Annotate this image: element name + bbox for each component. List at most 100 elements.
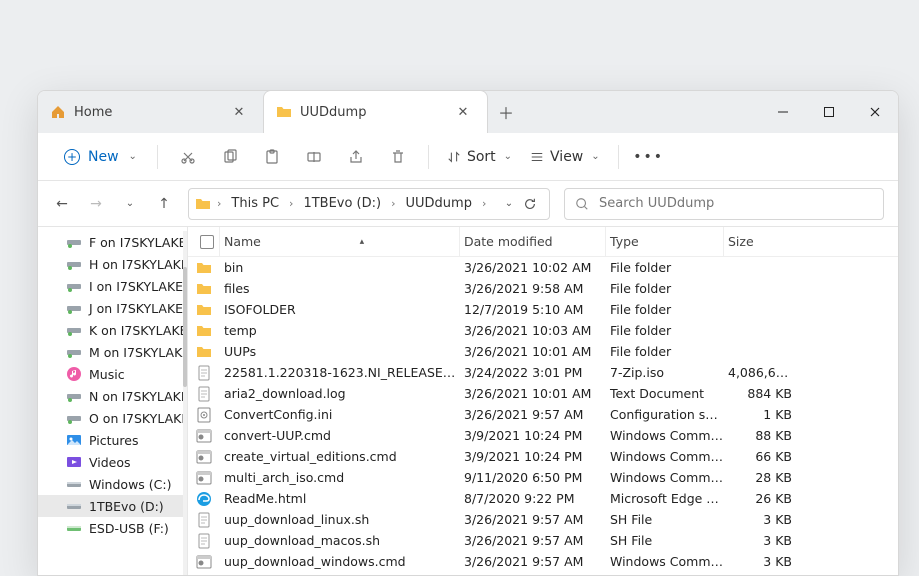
file-row[interactable]: multi_arch_iso.cmd9/11/2020 6:50 PMWindo… — [188, 467, 898, 488]
sidebar-item-label: O on I7SKYLAKE — [89, 411, 187, 426]
sidebar-item[interactable]: M on I7SKYLAKE — [38, 341, 187, 363]
nav-pane[interactable]: F on I7SKYLAKEH on I7SKYLAKEI on I7SKYLA… — [38, 227, 188, 575]
breadcrumb-item[interactable]: 1TBEvo (D:) — [299, 194, 385, 213]
file-row[interactable]: convert-UUP.cmd3/9/2021 10:24 PMWindows … — [188, 425, 898, 446]
sidebar-item[interactable]: Pictures — [38, 429, 187, 451]
new-tab-button[interactable]: ＋ — [488, 91, 524, 133]
file-row[interactable]: bin3/26/2021 10:02 AMFile folder — [188, 257, 898, 278]
chevron-right-icon[interactable]: › — [287, 197, 295, 210]
file-date: 3/26/2021 10:01 AM — [460, 386, 606, 401]
sort-button[interactable]: Sort ⌄ — [441, 149, 518, 165]
file-size: 884 KB — [724, 386, 804, 401]
share-button[interactable] — [338, 141, 374, 173]
scrollbar-thumb[interactable] — [183, 267, 187, 387]
sidebar-item[interactable]: Music — [38, 363, 187, 385]
sidebar-item[interactable]: J on I7SKYLAKE — [38, 297, 187, 319]
chevron-right-icon[interactable]: › — [389, 197, 397, 210]
file-row[interactable]: ISOFOLDER12/7/2019 5:10 AMFile folder — [188, 299, 898, 320]
file-size: 3 KB — [724, 554, 804, 569]
file-row[interactable]: ConvertConfig.ini3/26/2021 9:57 AMConfig… — [188, 404, 898, 425]
file-row[interactable]: uup_download_linux.sh3/26/2021 9:57 AMSH… — [188, 509, 898, 530]
file-row[interactable]: uup_download_windows.cmd3/26/2021 9:57 A… — [188, 551, 898, 572]
breadcrumb-item[interactable]: UUDdump — [402, 194, 476, 213]
paste-button[interactable] — [254, 141, 290, 173]
up-button[interactable]: ↑ — [154, 196, 174, 212]
file-name: temp — [220, 323, 460, 338]
chevron-right-icon[interactable]: › — [480, 197, 488, 210]
view-button[interactable]: View ⌄ — [524, 149, 606, 165]
copy-button[interactable] — [212, 141, 248, 173]
file-row[interactable]: temp3/26/2021 10:03 AMFile folder — [188, 320, 898, 341]
select-all-checkbox[interactable] — [200, 235, 214, 249]
file-date: 9/11/2020 6:50 PM — [460, 470, 606, 485]
chevron-down-icon: ⌄ — [504, 151, 512, 162]
file-row[interactable]: ReadMe.html8/7/2020 9:22 PMMicrosoft Edg… — [188, 488, 898, 509]
col-type[interactable]: Type — [606, 227, 724, 256]
sidebar-item[interactable]: 1TBEvo (D:) — [38, 495, 187, 517]
file-name: UUPs — [220, 344, 460, 359]
file-type: File folder — [606, 281, 724, 296]
file-date: 3/24/2022 3:01 PM — [460, 365, 606, 380]
column-headers: Name▴ Date modified Type Size — [188, 227, 898, 257]
cut-button[interactable] — [170, 141, 206, 173]
search-box[interactable] — [564, 188, 884, 220]
sidebar-item[interactable]: H on I7SKYLAKE — [38, 253, 187, 275]
recent-button[interactable]: ⌄ — [120, 198, 140, 209]
file-type: Windows Comma... — [606, 428, 724, 443]
delete-button[interactable] — [380, 141, 416, 173]
file-row[interactable]: aria2_download.log3/26/2021 10:01 AMText… — [188, 383, 898, 404]
file-row[interactable]: uup_download_macos.sh3/26/2021 9:57 AMSH… — [188, 530, 898, 551]
file-name: files — [220, 281, 460, 296]
file-name: convert-UUP.cmd — [220, 428, 460, 443]
col-name[interactable]: Name▴ — [220, 227, 460, 256]
file-date: 3/26/2021 10:03 AM — [460, 323, 606, 338]
file-row[interactable]: create_virtual_editions.cmd3/9/2021 10:2… — [188, 446, 898, 467]
sidebar-item[interactable]: Videos — [38, 451, 187, 473]
folder-icon — [196, 281, 212, 297]
history-dropdown[interactable]: ⌄ — [499, 198, 519, 209]
sidebar-item[interactable]: F on I7SKYLAKE — [38, 231, 187, 253]
file-name: ConvertConfig.ini — [220, 407, 460, 422]
col-date[interactable]: Date modified — [460, 227, 606, 256]
more-button[interactable]: ••• — [631, 141, 667, 173]
file-date: 3/9/2021 10:24 PM — [460, 449, 606, 464]
sidebar-item-label: ESD-USB (F:) — [89, 521, 169, 536]
rename-button[interactable] — [296, 141, 332, 173]
maximize-button[interactable] — [806, 91, 852, 133]
tab-home[interactable]: Home ✕ — [38, 91, 263, 133]
close-button[interactable] — [852, 91, 898, 133]
breadcrumb-item[interactable]: This PC — [227, 194, 283, 213]
sidebar-item-label: J on I7SKYLAKE — [89, 301, 183, 316]
search-input[interactable] — [599, 196, 873, 211]
tab-uuddump[interactable]: UUDdump ✕ — [263, 90, 488, 133]
sidebar-item[interactable]: I on I7SKYLAKE — [38, 275, 187, 297]
back-button[interactable]: ← — [52, 196, 72, 212]
sidebar-item[interactable]: ESD-USB (F:) — [38, 517, 187, 539]
chevron-right-icon[interactable]: › — [215, 197, 223, 210]
file-size: 1 KB — [724, 407, 804, 422]
col-size[interactable]: Size — [724, 227, 804, 256]
refresh-button[interactable] — [523, 197, 543, 211]
sidebar-item[interactable]: K on I7SKYLAKE — [38, 319, 187, 341]
file-row[interactable]: UUPs3/26/2021 10:01 AMFile folder — [188, 341, 898, 362]
tab-close-icon[interactable]: ✕ — [227, 105, 251, 120]
explorer-window: Home ✕ UUDdump ✕ ＋ + New ⌄ — [37, 90, 899, 576]
sidebar-item[interactable]: O on I7SKYLAKE — [38, 407, 187, 429]
usbdrive-icon — [66, 520, 82, 536]
netdrive-icon — [66, 410, 82, 426]
new-button[interactable]: + New ⌄ — [56, 145, 145, 169]
file-date: 3/26/2021 9:57 AM — [460, 554, 606, 569]
sidebar-item-label: Music — [89, 367, 125, 382]
sidebar-item[interactable]: Windows (C:) — [38, 473, 187, 495]
file-row[interactable]: 22581.1.220318-1623.NI_RELEASE_CLIE...3/… — [188, 362, 898, 383]
folder-icon — [196, 302, 212, 318]
minimize-button[interactable] — [760, 91, 806, 133]
address-bar[interactable]: › This PC › 1TBEvo (D:) › UUDdump › ⌄ — [188, 188, 550, 220]
sidebar-item[interactable]: N on I7SKYLAKE — [38, 385, 187, 407]
chevron-down-icon: ⌄ — [591, 151, 599, 162]
file-name: multi_arch_iso.cmd — [220, 470, 460, 485]
tab-close-icon[interactable]: ✕ — [451, 105, 475, 120]
file-name: uup_download_windows.cmd — [220, 554, 460, 569]
forward-button[interactable]: → — [86, 196, 106, 212]
file-row[interactable]: files3/26/2021 9:58 AMFile folder — [188, 278, 898, 299]
